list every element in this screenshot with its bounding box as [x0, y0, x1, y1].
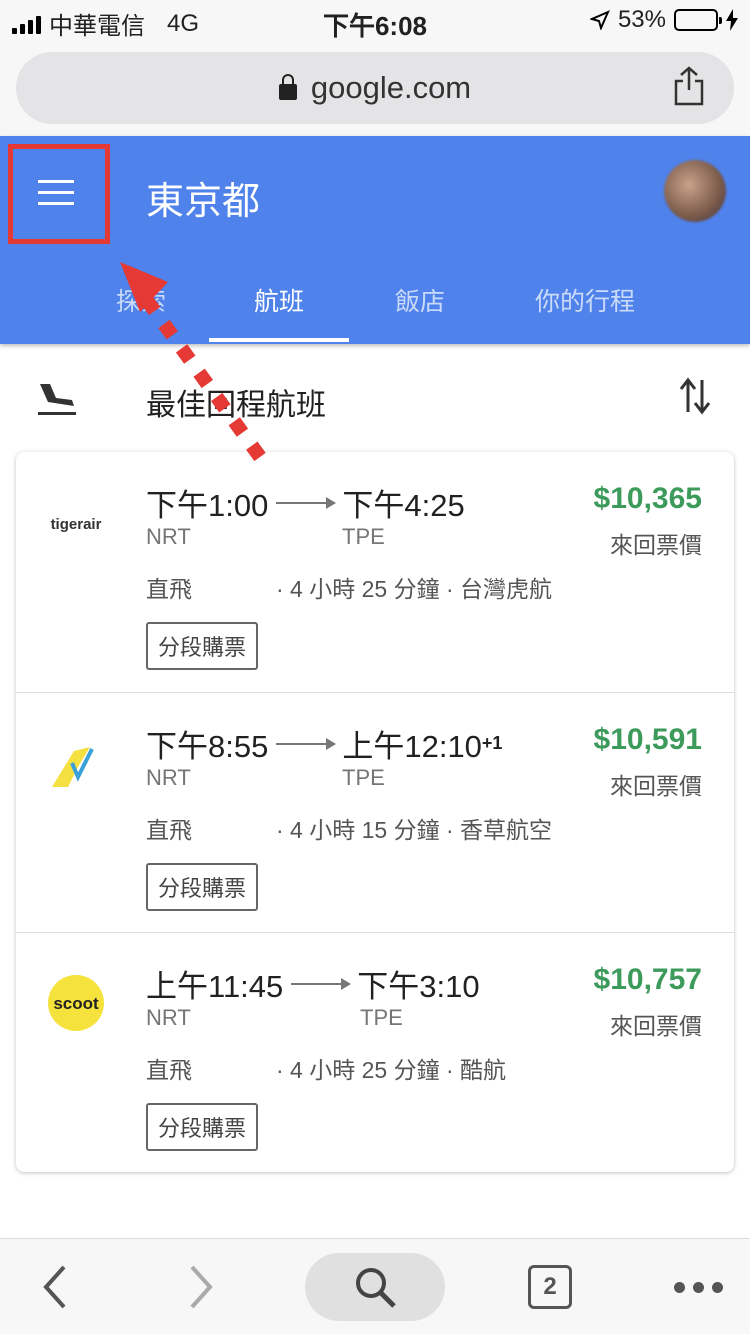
browser-toolbar: 2 — [0, 1238, 750, 1334]
flight-row[interactable]: 下午8:55 上午12:10 +1 NRT TPE 直飛 · 4 小時 15 分鐘 … — [16, 692, 734, 932]
arrow-right-icon — [291, 977, 352, 990]
arrive-airport: TPE — [360, 1005, 403, 1030]
price: $10,365 — [593, 482, 702, 515]
flight-details: 直飛 · 4 小時 25 分鐘 · 台灣虎航 — [146, 570, 552, 604]
more-dots-icon — [673, 1281, 723, 1293]
depart-airport: NRT — [146, 765, 191, 790]
lock-icon — [278, 74, 297, 100]
flight-results-card: tigerair 下午1:00 下午4:25 NRT TPE 直飛 · 4 小時 … — [16, 452, 734, 1172]
share-icon[interactable] — [672, 66, 706, 106]
duration-airline: · 4 小時 25 分鐘 · 酷航 — [276, 1057, 507, 1083]
flight-times: 下午8:55 上午12:10 +1 — [146, 721, 502, 766]
depart-time: 下午8:55 — [146, 729, 269, 764]
price-label: 來回票價 — [610, 1013, 702, 1039]
depart-airport: NRT — [146, 524, 191, 549]
tab-bar: 探索 航班 飯店 你的行程 — [0, 276, 750, 344]
search-icon — [356, 1268, 396, 1308]
location-arrow-icon — [589, 10, 610, 30]
scoot-logo: scoot — [48, 975, 104, 1031]
tab-count: 2 — [528, 1265, 572, 1309]
arrive-time: 上午12:10 — [342, 729, 482, 764]
depart-time: 上午11:45 — [146, 969, 284, 1004]
section-title: 最佳回程航班 — [146, 389, 326, 422]
address-bar[interactable]: google.com — [16, 52, 734, 124]
back-button[interactable] — [30, 1253, 80, 1321]
arrow-right-icon — [276, 737, 337, 750]
battery-icon — [674, 9, 722, 31]
search-button[interactable] — [305, 1253, 445, 1321]
price-label: 來回票價 — [610, 532, 702, 558]
tabs-button[interactable]: 2 — [522, 1253, 578, 1321]
flight-times: 下午1:00 下午4:25 — [146, 480, 465, 525]
arrow-right-icon — [276, 496, 337, 509]
depart-time: 下午1:00 — [146, 488, 269, 523]
price: $10,591 — [593, 723, 702, 756]
tigerair-logo: tigerair — [51, 516, 102, 533]
chevron-left-icon — [43, 1265, 66, 1309]
depart-airport: NRT — [146, 1005, 191, 1030]
arrive-airport: TPE — [342, 765, 385, 790]
tab-hotels[interactable]: 飯店 — [370, 282, 470, 318]
status-bar: 中華電信 4G 下午6:08 53% — [0, 0, 750, 42]
day-offset: +1 — [481, 733, 503, 753]
tab-flights[interactable]: 航班 — [209, 282, 349, 318]
chevron-right-icon — [190, 1265, 213, 1309]
annotation-highlight-box — [8, 144, 110, 244]
duration-airline: · 4 小時 15 分鐘 · 香草航空 — [276, 817, 553, 843]
battery-percent: 53% — [617, 6, 666, 33]
tab-explore[interactable]: 探索 — [106, 282, 176, 318]
app-header: 東京都 探索 航班 飯店 你的行程 — [0, 136, 750, 344]
more-button[interactable] — [668, 1253, 728, 1321]
price-label: 來回票價 — [610, 773, 702, 799]
avatar[interactable] — [664, 160, 726, 222]
swap-vertical-icon[interactable] — [678, 376, 712, 416]
separate-tickets-badge: 分段購票 — [146, 863, 259, 911]
browser-address-area: google.com — [0, 42, 750, 136]
page-title: 東京都 — [146, 181, 261, 223]
flight-row[interactable]: scoot 上午11:45 下午3:10 NRT TPE 直飛 · 4 小時 25… — [16, 932, 734, 1172]
separate-tickets-badge: 分段購票 — [146, 1103, 259, 1151]
active-tab-indicator — [209, 338, 349, 342]
flight-details: 直飛 · 4 小時 25 分鐘 · 酷航 — [146, 1051, 506, 1085]
arrive-time: 下午4:25 — [342, 488, 465, 523]
stops-label: 直飛 — [146, 817, 192, 843]
charging-icon — [726, 9, 738, 31]
url-text: google.com — [310, 70, 472, 105]
stops-label: 直飛 — [146, 576, 192, 602]
separate-tickets-badge: 分段購票 — [146, 622, 259, 670]
arrive-time: 下午3:10 — [357, 969, 480, 1004]
price: $10,757 — [593, 963, 702, 996]
tab-trips[interactable]: 你的行程 — [520, 282, 650, 318]
svg-text:tigerair: tigerair — [51, 516, 102, 533]
forward-button[interactable] — [176, 1253, 226, 1321]
duration-airline: · 4 小時 25 分鐘 · 台灣虎航 — [276, 576, 553, 602]
svg-text:scoot: scoot — [53, 994, 99, 1013]
flight-details: 直飛 · 4 小時 15 分鐘 · 香草航空 — [146, 811, 552, 845]
stops-label: 直飛 — [146, 1057, 192, 1083]
flight-row[interactable]: tigerair 下午1:00 下午4:25 NRT TPE 直飛 · 4 小時 … — [16, 452, 734, 692]
flight-times: 上午11:45 下午3:10 — [146, 961, 480, 1006]
vanilla-air-icon — [52, 747, 94, 787]
flight-land-icon — [38, 384, 76, 415]
arrive-airport: TPE — [342, 524, 385, 549]
section-header: 最佳回程航班 — [0, 344, 750, 452]
